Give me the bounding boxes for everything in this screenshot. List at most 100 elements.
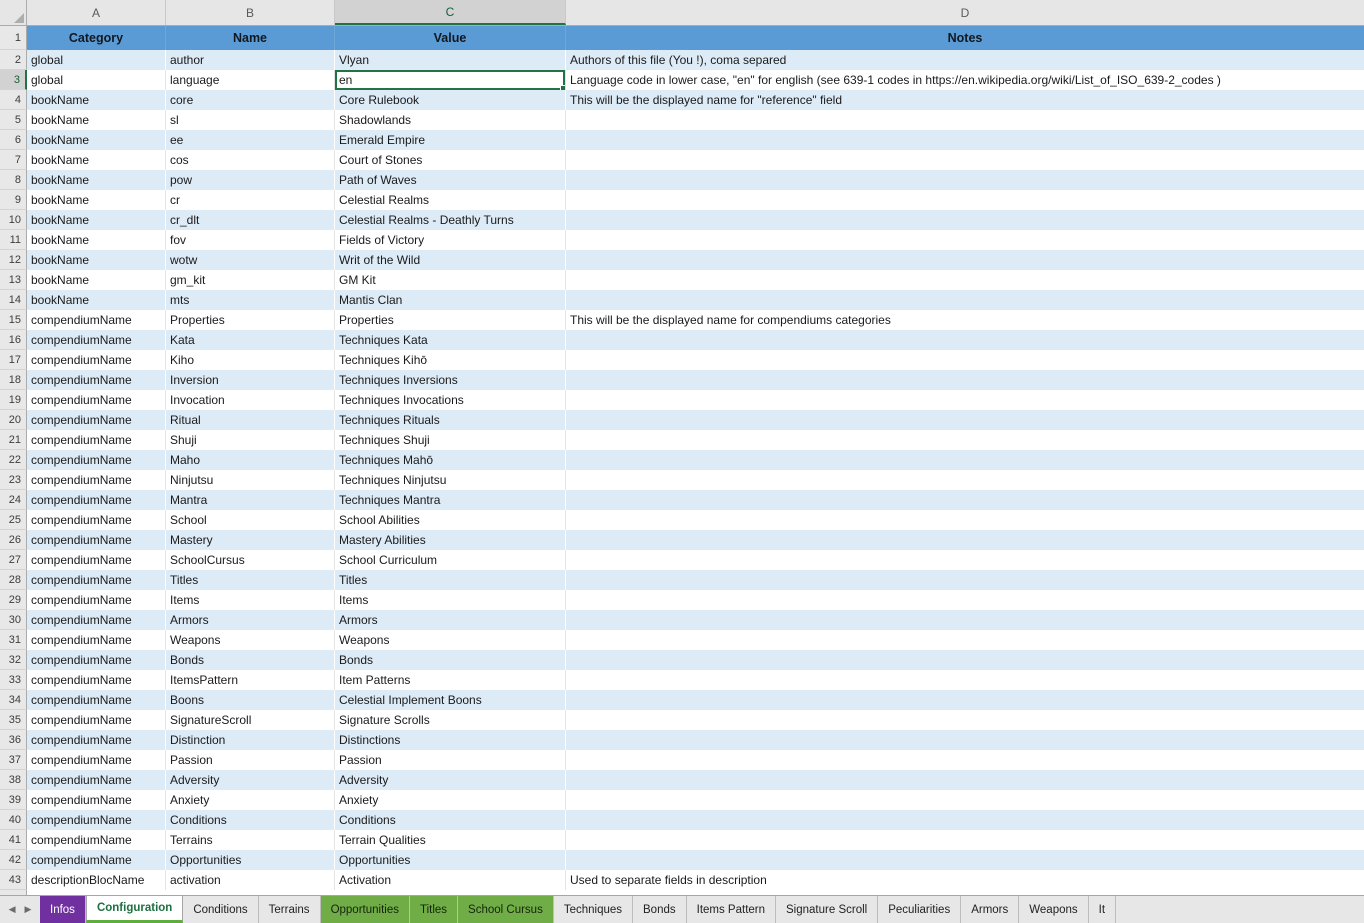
cell-C18[interactable]: Techniques Inversions [335,370,566,390]
sheet-tab-titles[interactable]: Titles [410,896,458,923]
cell-D24[interactable] [566,490,1364,510]
row-header-40[interactable]: 40 [0,810,27,830]
cell-D12[interactable] [566,250,1364,270]
cell-A40[interactable]: compendiumName [27,810,166,830]
cell-A36[interactable]: compendiumName [27,730,166,750]
cell-B9[interactable]: cr [166,190,335,210]
row-header-1[interactable]: 1 [0,26,27,50]
row-header-24[interactable]: 24 [0,490,27,510]
cell-D29[interactable] [566,590,1364,610]
column-header-D[interactable]: D [566,0,1364,25]
cell-C43[interactable]: Activation [335,870,566,890]
cell-A30[interactable]: compendiumName [27,610,166,630]
cell-A7[interactable]: bookName [27,150,166,170]
cell-C5[interactable]: Shadowlands [335,110,566,130]
cell-D43[interactable]: Used to separate fields in description [566,870,1364,890]
cell-A16[interactable]: compendiumName [27,330,166,350]
row-header-17[interactable]: 17 [0,350,27,370]
cell-C25[interactable]: School Abilities [335,510,566,530]
cell-B27[interactable]: SchoolCursus [166,550,335,570]
cell-D20[interactable] [566,410,1364,430]
cell-C7[interactable]: Court of Stones [335,150,566,170]
cell-B43[interactable]: activation [166,870,335,890]
sheet-tab-weapons[interactable]: Weapons [1019,896,1088,923]
sheet-tab-items-pattern[interactable]: Items Pattern [687,896,776,923]
sheet-tab-school-cursus[interactable]: School Cursus [458,896,554,923]
row-header-43[interactable]: 43 [0,870,27,890]
sheet-tab-infos[interactable]: Infos [40,896,86,923]
row-header-8[interactable]: 8 [0,170,27,190]
row-header-37[interactable]: 37 [0,750,27,770]
cell-A1[interactable]: Category [27,26,166,50]
cell-D21[interactable] [566,430,1364,450]
cell-D31[interactable] [566,630,1364,650]
sheet-tab-conditions[interactable]: Conditions [183,896,258,923]
cell-B38[interactable]: Adversity [166,770,335,790]
cell-C30[interactable]: Armors [335,610,566,630]
column-header-B[interactable]: B [166,0,335,25]
row-header-16[interactable]: 16 [0,330,27,350]
cell-B10[interactable]: cr_dlt [166,210,335,230]
cell-B36[interactable]: Distinction [166,730,335,750]
cell-A28[interactable]: compendiumName [27,570,166,590]
sheet-tab-terrains[interactable]: Terrains [259,896,321,923]
cell-C3[interactable]: en [335,70,566,90]
cell-D27[interactable] [566,550,1364,570]
row-header-9[interactable]: 9 [0,190,27,210]
cell-B19[interactable]: Invocation [166,390,335,410]
cell-B14[interactable]: mts [166,290,335,310]
cell-A34[interactable]: compendiumName [27,690,166,710]
cell-B40[interactable]: Conditions [166,810,335,830]
cell-C28[interactable]: Titles [335,570,566,590]
cell-D35[interactable] [566,710,1364,730]
cell-C9[interactable]: Celestial Realms [335,190,566,210]
sheet-tab-it[interactable]: It [1089,896,1116,923]
cell-A43[interactable]: descriptionBlocName [27,870,166,890]
cell-A35[interactable]: compendiumName [27,710,166,730]
row-header-10[interactable]: 10 [0,210,27,230]
cell-B4[interactable]: core [166,90,335,110]
cell-D13[interactable] [566,270,1364,290]
cell-C40[interactable]: Conditions [335,810,566,830]
cell-C17[interactable]: Techniques Kihō [335,350,566,370]
cell-B18[interactable]: Inversion [166,370,335,390]
cell-A9[interactable]: bookName [27,190,166,210]
cell-D23[interactable] [566,470,1364,490]
cell-A12[interactable]: bookName [27,250,166,270]
row-header-3[interactable]: 3 [0,70,27,90]
cell-D14[interactable] [566,290,1364,310]
row-header-41[interactable]: 41 [0,830,27,850]
cell-D17[interactable] [566,350,1364,370]
row-header-12[interactable]: 12 [0,250,27,270]
cell-D8[interactable] [566,170,1364,190]
cell-A17[interactable]: compendiumName [27,350,166,370]
row-header-21[interactable]: 21 [0,430,27,450]
cell-D28[interactable] [566,570,1364,590]
row-header-30[interactable]: 30 [0,610,27,630]
cell-D11[interactable] [566,230,1364,250]
row-header-5[interactable]: 5 [0,110,27,130]
cell-A8[interactable]: bookName [27,170,166,190]
cell-D19[interactable] [566,390,1364,410]
row-header-27[interactable]: 27 [0,550,27,570]
cell-B29[interactable]: Items [166,590,335,610]
cell-D38[interactable] [566,770,1364,790]
cell-B30[interactable]: Armors [166,610,335,630]
row-header-25[interactable]: 25 [0,510,27,530]
select-all-corner[interactable] [0,0,27,25]
row-header-11[interactable]: 11 [0,230,27,250]
cell-C2[interactable]: Vlyan [335,50,566,70]
row-header-35[interactable]: 35 [0,710,27,730]
cell-A13[interactable]: bookName [27,270,166,290]
cell-B17[interactable]: Kiho [166,350,335,370]
cell-D5[interactable] [566,110,1364,130]
row-header-13[interactable]: 13 [0,270,27,290]
cell-A38[interactable]: compendiumName [27,770,166,790]
row-header-20[interactable]: 20 [0,410,27,430]
cell-A4[interactable]: bookName [27,90,166,110]
cell-A39[interactable]: compendiumName [27,790,166,810]
cell-A29[interactable]: compendiumName [27,590,166,610]
tab-scroll-right-icon[interactable]: ▶ [25,904,32,915]
sheet-tab-bonds[interactable]: Bonds [633,896,687,923]
cell-D3[interactable]: Language code in lower case, "en" for en… [566,70,1364,90]
